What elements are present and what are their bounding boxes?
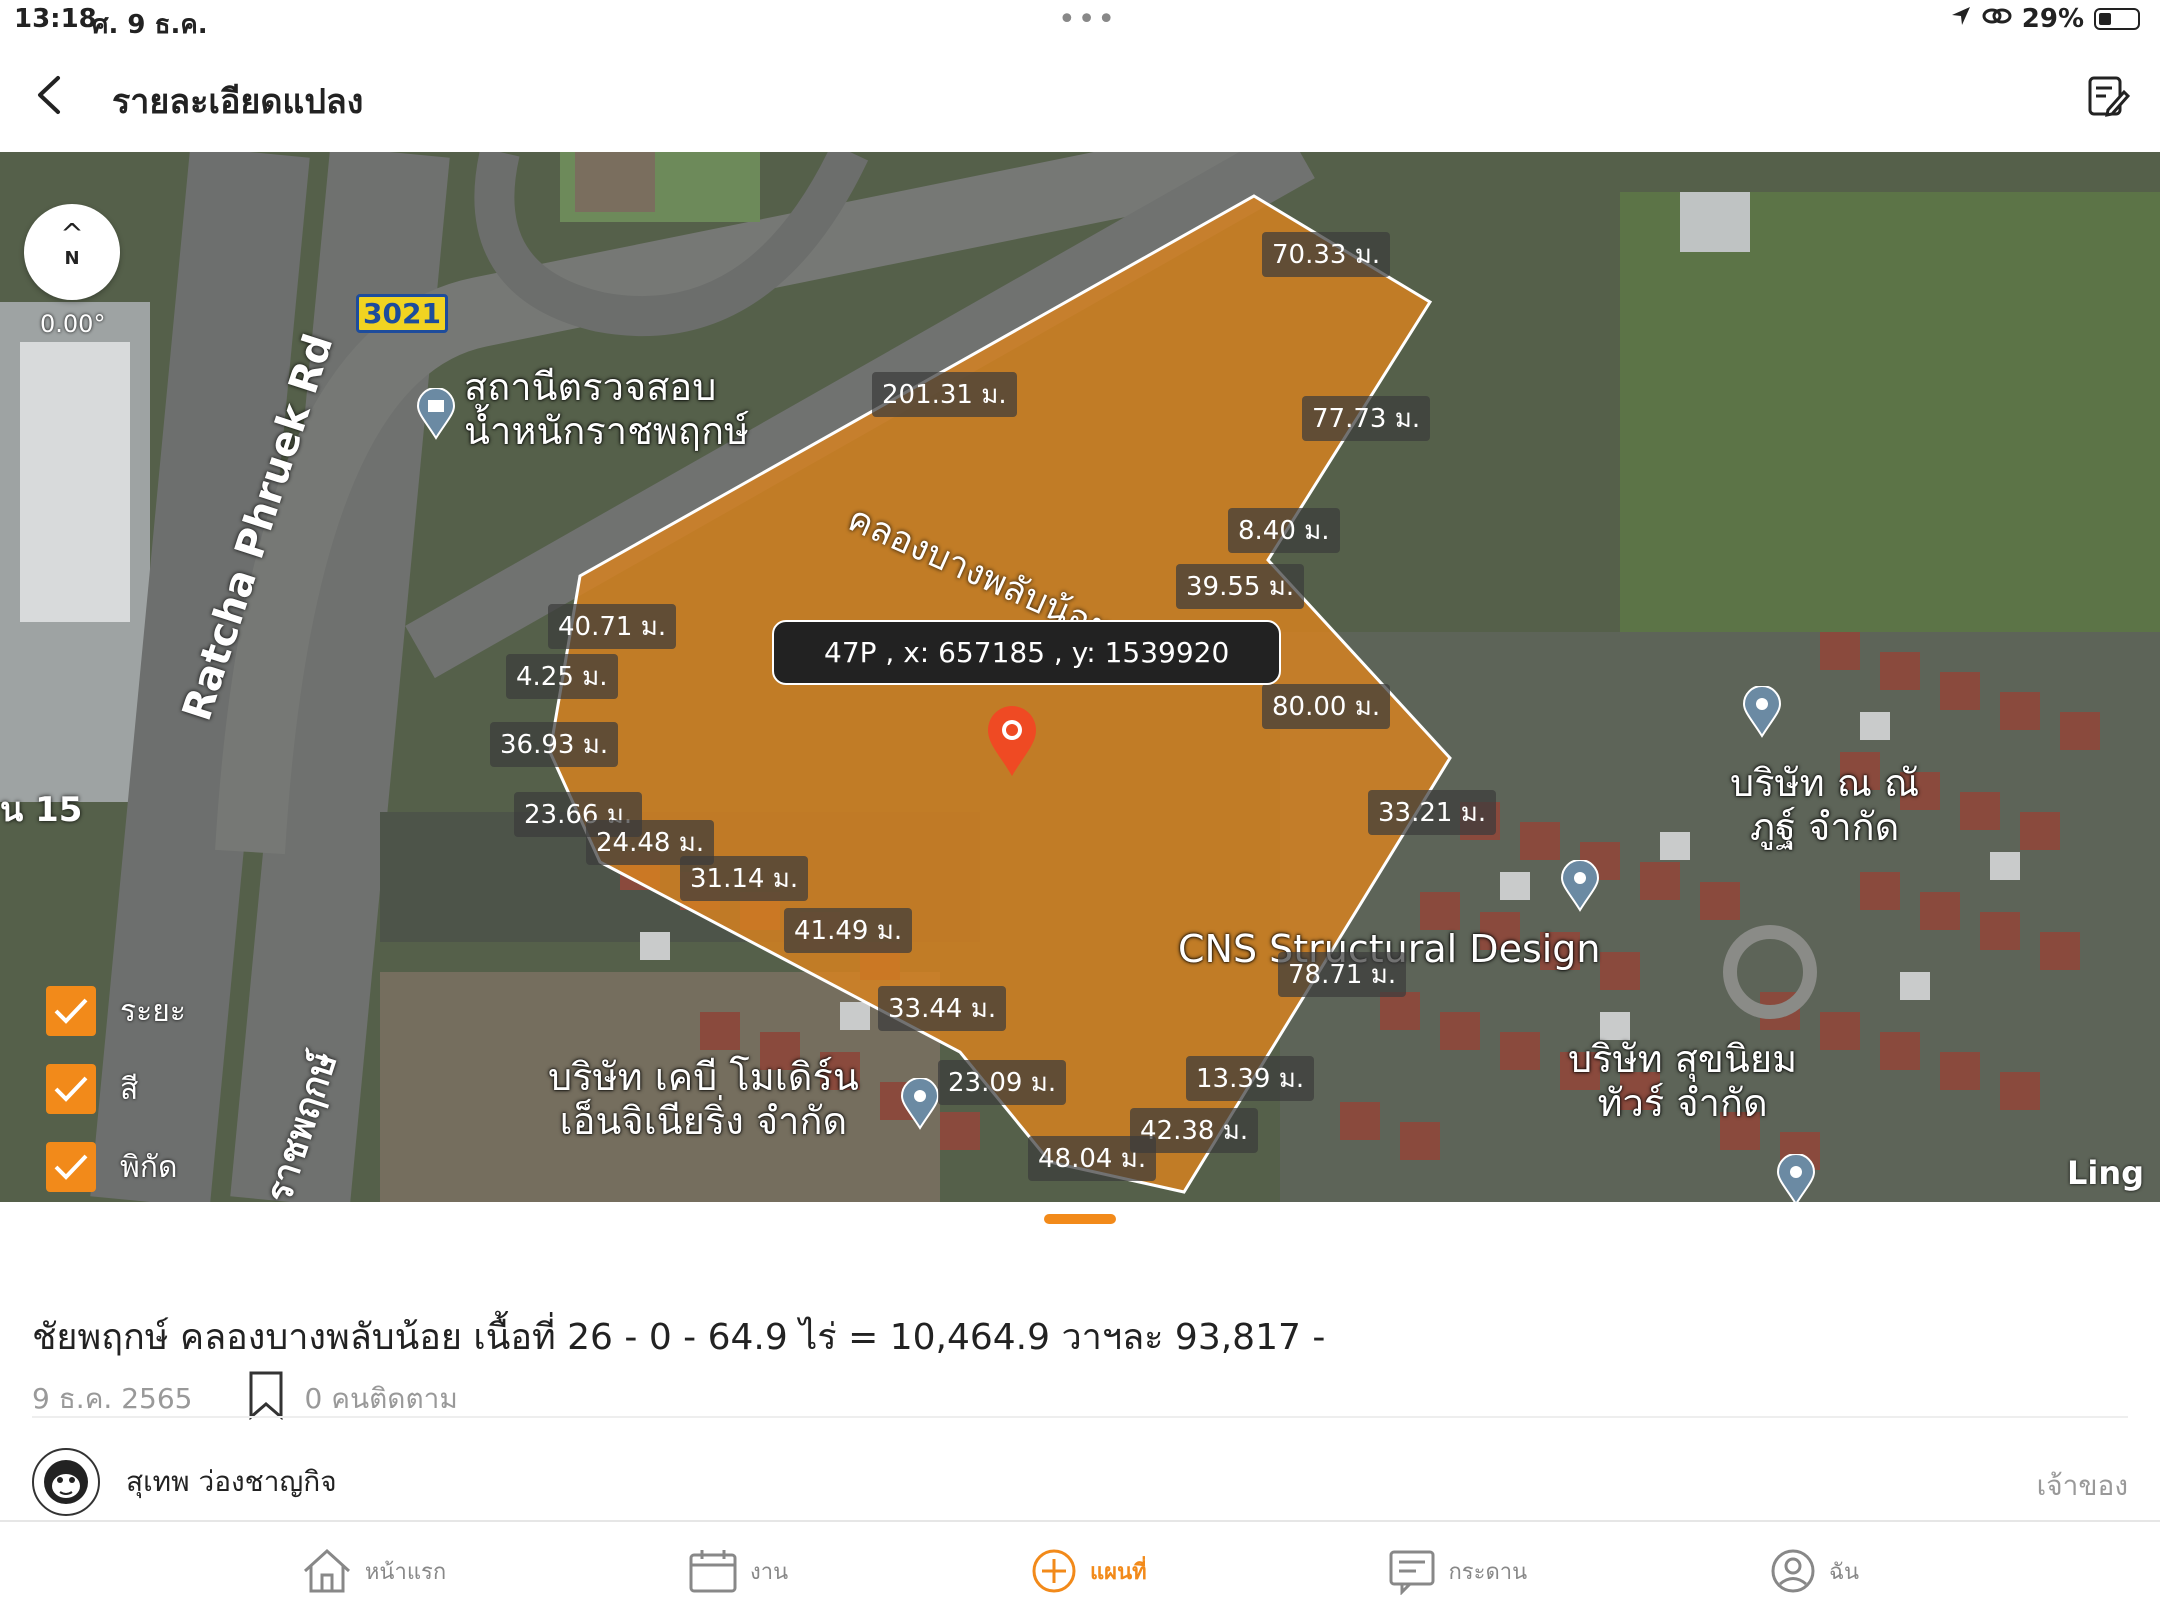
battery-percent: 29% bbox=[2021, 4, 2084, 34]
coordinate-popup[interactable]: 47P , x: 657185 , y: 1539920 bbox=[772, 620, 1282, 685]
bottom-sheet: ชัยพฤกษ์ คลองบางพลับน้อย เนื้อที่ 26 - 0… bbox=[0, 1202, 2160, 1520]
toggle-color[interactable]: สี bbox=[46, 1050, 186, 1128]
checkbox-checked-icon[interactable] bbox=[46, 1142, 96, 1192]
avatar[interactable] bbox=[32, 1448, 100, 1516]
route-shield: 3021 bbox=[356, 294, 448, 333]
distance-label: 77.73 ม. bbox=[1302, 396, 1431, 441]
distance-label: 40.71 ม. bbox=[548, 604, 677, 649]
owner-name: สุเทพ ว่องชาญกิจ bbox=[126, 1465, 337, 1498]
back-button[interactable] bbox=[30, 70, 70, 120]
distance-label: 36.93 ม. bbox=[490, 722, 619, 767]
tab-work[interactable]: งาน bbox=[688, 1547, 788, 1595]
location-pin-icon[interactable] bbox=[900, 1077, 940, 1134]
distance-label: 48.04 ม. bbox=[1028, 1136, 1157, 1181]
poi-weigh-station[interactable]: สถานีตรวจสอบ น้ำหนักราชพฤกษ์ bbox=[464, 365, 749, 453]
chevron-left-icon bbox=[38, 76, 60, 114]
calendar-icon bbox=[689, 1550, 737, 1593]
profile-icon bbox=[1771, 1549, 1815, 1593]
location-pin-icon[interactable] bbox=[1742, 685, 1782, 742]
listing-title: ชัยพฤกษ์ คลองบางพลับน้อย เนื้อที่ 26 - 0… bbox=[32, 1317, 1326, 1358]
distance-label: 41.49 ม. bbox=[784, 908, 913, 953]
compass-letter: N bbox=[64, 248, 80, 269]
distance-label: 33.44 ม. bbox=[878, 986, 1007, 1031]
distance-label: 201.31 ม. bbox=[872, 372, 1017, 417]
poi-sukniyom-tour[interactable]: บริษัท สุขนิยม ทัวร์ จำกัด bbox=[1568, 1037, 1797, 1125]
distance-label: 39.55 ม. bbox=[1176, 564, 1305, 609]
page-title: รายละเอียดแปลง bbox=[112, 82, 364, 122]
battery-icon bbox=[2094, 8, 2140, 30]
status-bar: 13:18 ศ. 9 ธ.ค. ••• 29% bbox=[0, 0, 2160, 40]
museum-pin-icon[interactable] bbox=[416, 387, 456, 444]
board-icon bbox=[1389, 1550, 1435, 1595]
road-number-label: น 15 bbox=[0, 790, 83, 830]
compass-arrow-icon: ^ bbox=[60, 217, 84, 250]
location-pin-icon[interactable] bbox=[1776, 1153, 1816, 1202]
poi-kb-modern[interactable]: บริษัท เคบี โมเดิร์น เอ็นจิเนียริ่ง จำกั… bbox=[548, 1055, 859, 1143]
distance-label: 33.21 ม. bbox=[1368, 790, 1497, 835]
owner-row[interactable]: สุเทพ ว่องชาญกิจ bbox=[32, 1448, 337, 1516]
distance-label: 70.33 ม. bbox=[1262, 232, 1391, 277]
toggle-coordinate[interactable]: พิกัด bbox=[46, 1128, 186, 1202]
status-date: ศ. 9 ธ.ค. bbox=[92, 10, 208, 40]
bookmark-icon[interactable] bbox=[247, 1370, 285, 1427]
map-bearing: 0.00° bbox=[40, 310, 106, 338]
tab-me[interactable]: ฉัน bbox=[1769, 1547, 1859, 1595]
map-watermark: Ling bbox=[2066, 1154, 2144, 1192]
distance-label: 4.25 ม. bbox=[506, 654, 618, 699]
edit-note-icon bbox=[2088, 76, 2131, 117]
status-time: 13:18 bbox=[14, 4, 97, 34]
distance-label: 23.09 ม. bbox=[938, 1060, 1067, 1105]
distance-label: 31.14 ม. bbox=[680, 856, 809, 901]
distance-label: 78.71 ม. bbox=[1278, 952, 1407, 997]
owner-role: เจ้าของ bbox=[2036, 1469, 2128, 1502]
distance-label: 8.40 ม. bbox=[1228, 508, 1340, 553]
distance-label: 80.00 ม. bbox=[1262, 684, 1391, 729]
selected-location-marker-icon[interactable] bbox=[986, 706, 1038, 782]
poi-nana-company[interactable]: บริษัท ณ ณั ภูฐ์ จำกัด bbox=[1730, 761, 1919, 849]
map-view[interactable]: ^ N 0.00° 3021 Ratcha Phruek Rd ราชพฤกษ์… bbox=[0, 152, 2160, 1202]
toggle-distance[interactable]: ระยะ bbox=[46, 972, 186, 1050]
location-pin-icon[interactable] bbox=[1560, 859, 1600, 916]
divider bbox=[32, 1416, 2128, 1418]
tab-map[interactable]: แผนที่ bbox=[1030, 1547, 1147, 1595]
sheet-handle[interactable] bbox=[1044, 1214, 1116, 1224]
checkbox-checked-icon[interactable] bbox=[46, 986, 96, 1036]
distance-label: 13.39 ม. bbox=[1186, 1056, 1315, 1101]
tab-bar: หน้าแรก งาน แผนที่ กระดาน ฉัน bbox=[0, 1520, 2160, 1620]
home-icon bbox=[303, 1548, 350, 1593]
header: รายละเอียดแปลง bbox=[0, 40, 2160, 152]
tab-board[interactable]: กระดาน bbox=[1388, 1547, 1527, 1595]
compass-button[interactable]: ^ N bbox=[24, 204, 120, 300]
edit-button[interactable] bbox=[2086, 74, 2131, 118]
tab-home[interactable]: หน้าแรก bbox=[301, 1547, 446, 1595]
add-circle-icon bbox=[1032, 1549, 1076, 1593]
checkbox-checked-icon[interactable] bbox=[46, 1064, 96, 1114]
location-arrow-icon bbox=[1950, 4, 1972, 34]
monkey-avatar-icon bbox=[44, 1460, 88, 1504]
listing-date: 9 ธ.ค. 2565 bbox=[32, 1381, 193, 1415]
multitask-dots-icon[interactable]: ••• bbox=[1058, 2, 1117, 37]
layer-toggles: ระยะ สี พิกัด bbox=[46, 972, 186, 1202]
listing-meta: 9 ธ.ค. 2565 0 คนติดตาม bbox=[32, 1370, 458, 1427]
follower-count: 0 คนติดตาม bbox=[304, 1381, 458, 1415]
link-icon bbox=[1982, 4, 2012, 34]
